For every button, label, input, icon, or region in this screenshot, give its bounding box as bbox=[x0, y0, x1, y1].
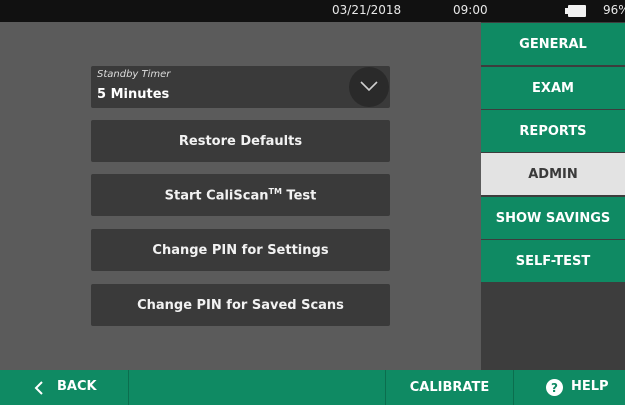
settings-tab-bar: GENERAL EXAM REPORTS ADMIN SHOW SAVINGS … bbox=[481, 22, 625, 370]
bottom-nav-bar: BACK CALIBRATE ? HELP bbox=[0, 370, 625, 405]
change-pin-settings-label: Change PIN for Settings bbox=[152, 242, 329, 258]
start-caliscan-test-button[interactable]: Start CaliScanTM Test bbox=[91, 174, 390, 216]
help-button[interactable]: ? HELP bbox=[514, 370, 625, 405]
standby-timer-label: Standby Timer bbox=[97, 69, 171, 80]
tab-general[interactable]: GENERAL bbox=[481, 23, 625, 65]
restore-defaults-button[interactable]: Restore Defaults bbox=[91, 120, 390, 162]
back-label: BACK bbox=[57, 379, 97, 394]
change-pin-saved-scans-button[interactable]: Change PIN for Saved Scans bbox=[91, 284, 390, 326]
back-button[interactable]: BACK bbox=[0, 370, 128, 405]
restore-defaults-label: Restore Defaults bbox=[178, 133, 303, 149]
status-time: 09:00 bbox=[453, 3, 488, 17]
standby-timer-dropdown[interactable]: Standby Timer 5 Minutes bbox=[91, 66, 390, 108]
tab-show-savings[interactable]: SHOW SAVINGS bbox=[481, 197, 625, 239]
calibrate-button[interactable]: CALIBRATE bbox=[386, 370, 513, 405]
tab-exam[interactable]: EXAM bbox=[481, 67, 625, 109]
caliscan-label: Start CaliScanTM Test bbox=[164, 186, 317, 204]
admin-settings-panel: Standby Timer 5 Minutes Restore Defaults… bbox=[7, 22, 480, 370]
change-pin-scans-label: Change PIN for Saved Scans bbox=[137, 297, 344, 313]
tab-self-test[interactable]: SELF-TEST bbox=[481, 240, 625, 282]
help-label: HELP bbox=[571, 379, 609, 394]
standby-timer-value: 5 Minutes bbox=[97, 87, 170, 102]
battery-level: 96% bbox=[603, 3, 625, 17]
tab-reports[interactable]: REPORTS bbox=[481, 110, 625, 152]
tab-admin[interactable]: ADMIN bbox=[481, 153, 625, 195]
divider bbox=[128, 370, 129, 405]
chevron-down-icon[interactable] bbox=[349, 67, 389, 107]
battery-icon bbox=[565, 5, 586, 17]
calibrate-label: CALIBRATE bbox=[409, 380, 490, 395]
status-date: 03/21/2018 bbox=[332, 3, 402, 17]
change-pin-settings-button[interactable]: Change PIN for Settings bbox=[91, 229, 390, 271]
chevron-left-icon bbox=[34, 381, 43, 395]
status-bar: 03/21/2018 09:00 96% bbox=[0, 0, 625, 22]
help-icon: ? bbox=[546, 379, 563, 396]
